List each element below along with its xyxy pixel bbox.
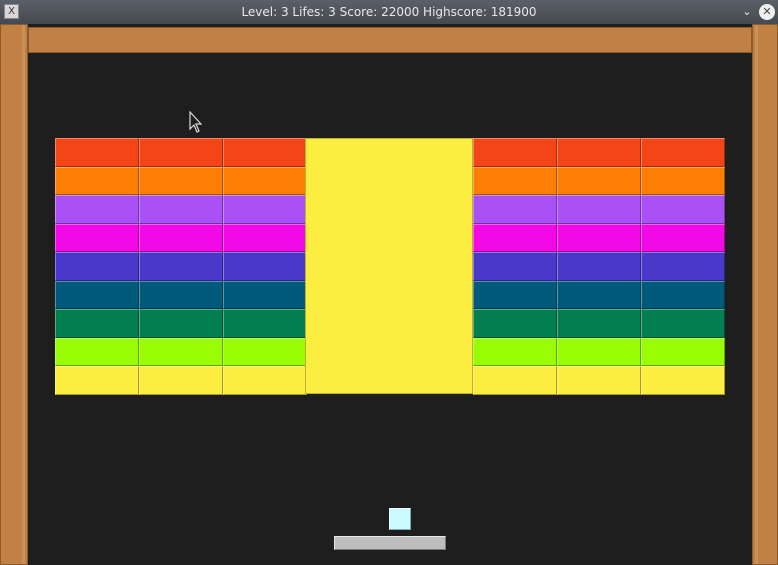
brick [473, 166, 557, 195]
brick [641, 309, 725, 338]
brick [55, 366, 139, 395]
window-title: Level: 3 Lifes: 3 Score: 22000 Highscore… [241, 5, 537, 19]
left-wall [0, 24, 28, 565]
brick [641, 337, 725, 366]
brick [557, 337, 641, 366]
brick [139, 195, 223, 224]
brick [641, 223, 725, 252]
close-icon[interactable]: ✕ [759, 4, 775, 20]
brick [223, 252, 307, 281]
brick [641, 252, 725, 281]
brick [223, 280, 307, 309]
brick [55, 138, 139, 167]
brick [139, 223, 223, 252]
brick [557, 166, 641, 195]
brick [223, 166, 307, 195]
brick [557, 195, 641, 224]
brick [641, 138, 725, 167]
brick [223, 337, 307, 366]
brick [223, 309, 307, 338]
brick [55, 280, 139, 309]
brick [557, 223, 641, 252]
top-wall [28, 27, 752, 53]
brick [557, 252, 641, 281]
window-titlebar: X Level: 3 Lifes: 3 Score: 22000 Highsco… [0, 0, 778, 24]
brick [557, 280, 641, 309]
brick [139, 280, 223, 309]
large-yellow-brick [305, 138, 473, 394]
brick [473, 337, 557, 366]
brick [223, 138, 307, 167]
brick [139, 366, 223, 395]
brick [473, 280, 557, 309]
brick [139, 252, 223, 281]
brick [473, 309, 557, 338]
brick [223, 195, 307, 224]
brick [641, 166, 725, 195]
brick [641, 195, 725, 224]
brick [557, 309, 641, 338]
right-wall [752, 24, 778, 565]
brick [641, 280, 725, 309]
ball [389, 508, 411, 530]
brick [473, 138, 557, 167]
brick [55, 166, 139, 195]
brick [557, 138, 641, 167]
brick [55, 223, 139, 252]
brick [139, 337, 223, 366]
brick [55, 337, 139, 366]
mouse-pointer-icon [189, 111, 203, 133]
brick [473, 195, 557, 224]
brick [55, 309, 139, 338]
brick [473, 223, 557, 252]
brick [557, 366, 641, 395]
brick [139, 166, 223, 195]
brick [55, 252, 139, 281]
brick [55, 195, 139, 224]
paddle[interactable] [334, 536, 446, 550]
brick [473, 252, 557, 281]
brick [139, 309, 223, 338]
brick [641, 366, 725, 395]
brick [139, 138, 223, 167]
chevron-down-icon[interactable]: ⌄ [738, 3, 756, 21]
brick [223, 223, 307, 252]
brick [473, 366, 557, 395]
brick [223, 366, 307, 395]
